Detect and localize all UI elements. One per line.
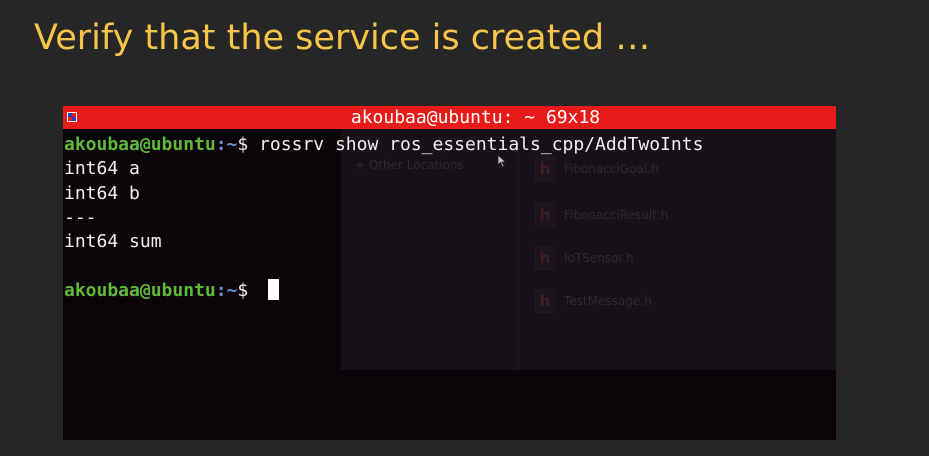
prompt-line[interactable]: akoubaa@ubuntu:~$: [64, 278, 703, 303]
slide-title: Verify that the service is created …: [34, 18, 651, 58]
command-text: rossrv show ros_essentials_cpp/AddTwoInt…: [259, 134, 704, 155]
terminal-titlebar[interactable]: akoubaa@ubuntu: ~ 69x18: [63, 106, 836, 129]
prompt-symbol: $: [237, 279, 260, 301]
prompt-symbol: $: [237, 134, 260, 155]
terminal-window[interactable]: + Other Locations h FibonacciGoal.h h Fi…: [63, 106, 836, 440]
text-cursor: [268, 278, 280, 300]
command-line: akoubaa@ubuntu:~$ rossrv show ros_essent…: [64, 133, 703, 157]
output-line: int64 a: [64, 158, 140, 180]
prompt-path: :~: [215, 279, 238, 301]
terminal-output[interactable]: akoubaa@ubuntu:~$ rossrv show ros_essent…: [64, 133, 703, 303]
output-line: int64 sum: [64, 231, 162, 253]
terminal-window-title: akoubaa@ubuntu: ~ 69x18: [350, 107, 601, 128]
output-line: ---: [64, 206, 97, 228]
mouse-pointer-icon: [497, 154, 507, 168]
prompt-user-host: akoubaa@ubuntu: [64, 279, 216, 301]
output-line: int64 b: [64, 182, 140, 204]
prompt-path: :~: [215, 134, 238, 155]
prompt-user-host: akoubaa@ubuntu: [64, 134, 216, 155]
